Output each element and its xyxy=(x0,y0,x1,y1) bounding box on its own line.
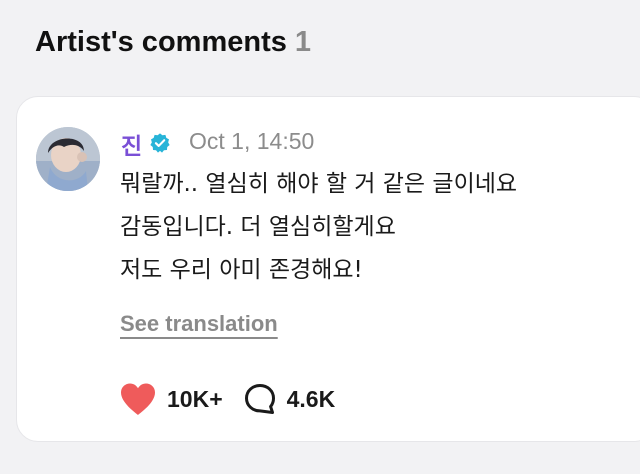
see-translation-link[interactable]: See translation xyxy=(120,311,278,337)
comment-line: 뭐랄까.. 열심히 해야 할 거 같은 글이네요 xyxy=(120,171,518,197)
like-count: 10K+ xyxy=(167,385,223,412)
comment-count: 1 xyxy=(294,26,311,58)
avatar-image xyxy=(36,127,100,191)
heart-icon xyxy=(121,383,155,415)
reply-button[interactable]: 4.6K xyxy=(243,382,336,416)
comment-line: 감동입니다. 더 열심히할게요 xyxy=(120,214,396,240)
comment-text: 뭐랄까.. 열심히 해야 할 거 같은 글이네요 감동입니다. 더 열심히할게요… xyxy=(120,163,640,292)
like-button[interactable]: 10K+ xyxy=(119,382,223,416)
comment-bubble-icon xyxy=(244,384,275,414)
comment-line: 저도 우리 아미 존경해요! xyxy=(120,257,363,283)
comment-timestamp: Oct 1, 14:50 xyxy=(189,128,315,154)
comment-card: 진 Oct 1, 14:50 뭐랄까.. 열심히 해야 할 거 같은 글이네요 … xyxy=(16,96,640,442)
author-name[interactable]: 진 xyxy=(121,127,142,161)
artist-comments-page: Artist's comments 1 진 Oct 1, 14:50 뭐랄까.. … xyxy=(0,0,640,474)
section-header: Artist's comments 1 xyxy=(35,26,311,59)
verified-badge-icon xyxy=(150,133,170,153)
comment-stats: 10K+ 4.6K xyxy=(119,379,335,419)
section-title: Artist's comments xyxy=(35,26,287,58)
reply-count: 4.6K xyxy=(286,385,336,412)
avatar[interactable] xyxy=(36,127,100,191)
